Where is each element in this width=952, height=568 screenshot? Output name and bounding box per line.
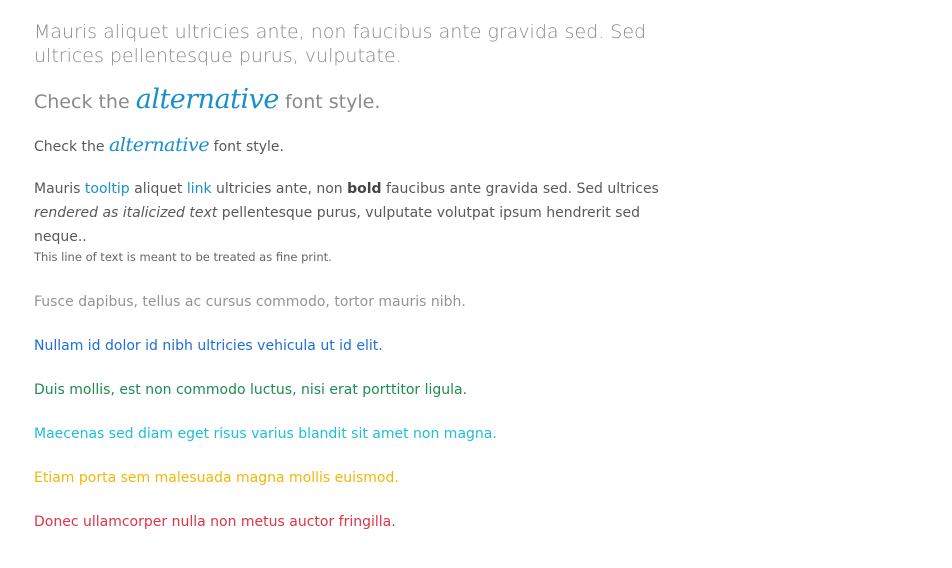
fine-print: This line of text is meant to be treated… [34,250,332,264]
alt-small-suffix: font style. [213,139,284,155]
inline-link[interactable]: link [187,181,212,197]
alt-small-word: alternative [108,134,210,156]
text-primary-line: Nullam id dolor id nibh ultricies vehicu… [34,338,383,354]
para-text-3: ultricies ante, non [211,181,348,197]
italic-text: rendered as italicized text [34,205,218,221]
text-success-line: Duis mollis, est non commodo luctus, nis… [34,382,468,398]
alt-font-line-small: Check the alternative font style. [34,133,284,159]
text-danger-line: Donec ullamcorper nulla non metus auctor… [34,514,396,530]
para-text-1: Mauris [34,181,85,197]
alt-large-word: alternative [135,84,280,115]
alt-font-line-large: Check the alternative font style. [34,84,380,118]
body-paragraph: Mauris tooltip aliquet link ultricies an… [34,177,674,249]
alt-large-prefix: Check the [34,91,130,113]
lead-paragraph: Mauris aliquet ultricies ante, non fauci… [34,21,647,67]
alt-small-prefix: Check the [34,139,105,155]
text-muted-line: Fusce dapibus, tellus ac cursus commodo,… [34,294,466,310]
tooltip-link[interactable]: tooltip [85,181,130,197]
text-warning-line: Etiam porta sem malesuada magna mollis e… [34,470,399,486]
para-text-2: aliquet [129,181,187,197]
para-text-4: faucibus ante gravida sed. Sed ultrices [381,181,659,197]
bold-text: bold [347,181,382,197]
alt-large-suffix: font style. [284,91,381,113]
text-info-line: Maecenas sed diam eget risus varius blan… [34,426,497,442]
